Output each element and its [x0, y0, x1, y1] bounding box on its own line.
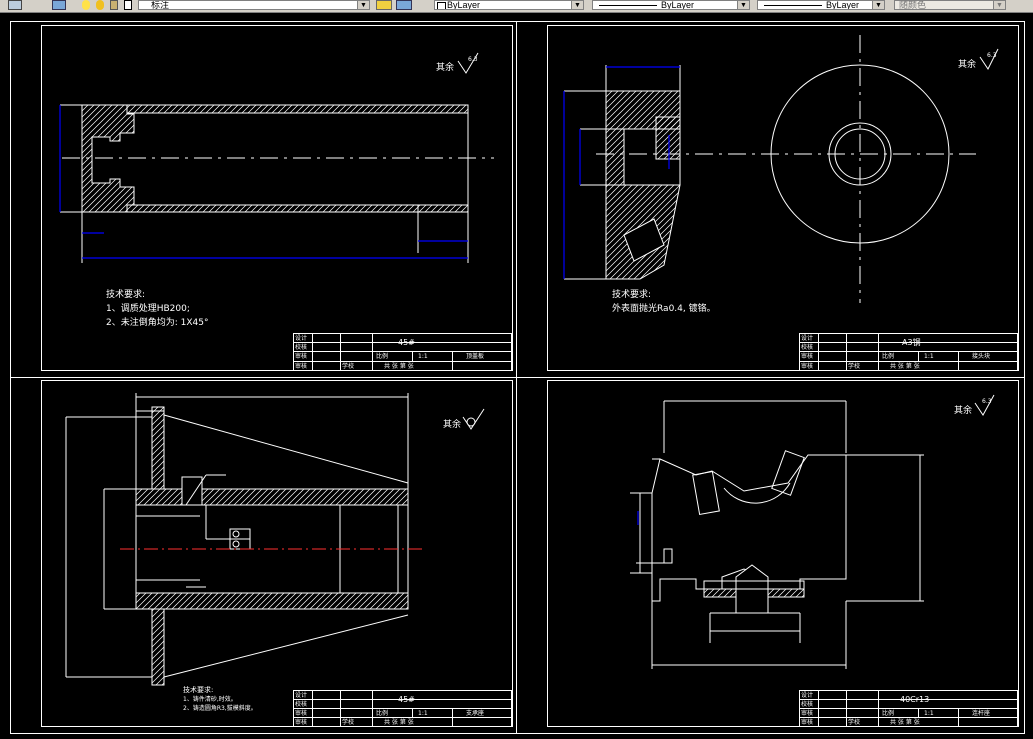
roughness-label: 其余 [958, 58, 976, 70]
svg-text:校核: 校核 [295, 343, 307, 351]
plotstyle-value: 随颜色 [899, 0, 927, 10]
notes-line-1: 1、调质处理HB200; [106, 302, 190, 314]
chevron-down-icon[interactable]: ▼ [993, 1, 1005, 9]
svg-text:学校: 学校 [848, 718, 860, 726]
title-part-name: 支承座 [466, 709, 484, 717]
svg-text:校核: 校核 [801, 343, 813, 351]
drawing-canvas[interactable]: 其余 6.3 技术要求: 1、调质处理HB200; 2、未注倒角均为: 1X45… [0, 13, 1033, 739]
linetype-dropdown[interactable]: ByLayer ▼ [592, 0, 750, 10]
sheet-2-roughness: 其余 6.3 [958, 48, 999, 70]
svg-text:共 张 第 张: 共 张 第 张 [890, 362, 920, 370]
title-material: 45# [398, 338, 415, 347]
title-scale: 1:1 [418, 353, 428, 360]
notes-title: 技术要求: [183, 685, 213, 694]
chevron-down-icon[interactable]: ▼ [737, 1, 749, 9]
linetype-value: ByLayer [661, 0, 695, 10]
layer-name: 标注 [151, 0, 170, 10]
notes-line-1: 1、铸件清砂,时效。 [183, 695, 237, 703]
svg-text:审核: 审核 [801, 352, 813, 360]
layer-previous-icon[interactable] [396, 0, 412, 10]
sheet-4-roughness: 其余 6.3 [954, 394, 995, 416]
chevron-down-icon[interactable]: ▼ [357, 1, 369, 9]
layer-dropdown[interactable]: 标注 ▼ [138, 0, 370, 10]
notes-title: 技术要求: [106, 288, 145, 300]
sheet-4-part [630, 400, 924, 669]
sheet-2-part [564, 35, 976, 303]
title-scale: 1:1 [924, 710, 934, 717]
sheet-4-frame [547, 380, 1019, 727]
title-material: A3钢 [902, 337, 921, 347]
chevron-down-icon[interactable]: ▼ [571, 1, 583, 9]
svg-text:审核: 审核 [801, 718, 813, 726]
svg-text:共 张 第 张: 共 张 第 张 [890, 718, 920, 726]
sheet-2-viewport: 其余 6.3 技术要求: 外表面抛光Ra0.4, 镀铬。 设计 校核 审核 审核… [547, 25, 1019, 371]
sun-freeze-icon[interactable] [96, 0, 104, 10]
color-box-icon[interactable] [124, 0, 132, 10]
lineweight-value: ByLayer [826, 0, 860, 10]
svg-text:审核: 审核 [801, 362, 813, 370]
svg-text:设计: 设计 [295, 334, 307, 342]
title-material: 45# [398, 695, 415, 704]
svg-text:共 张 第 张: 共 张 第 张 [384, 362, 414, 370]
svg-text:共 张 第 张: 共 张 第 张 [384, 718, 414, 726]
title-part-name: 接头块 [972, 352, 990, 360]
sheet-1-part [60, 104, 494, 263]
roughness-label: 其余 [954, 404, 972, 416]
lineweight-sample [764, 5, 822, 6]
sheet-3-viewport: 其余 技术要求: 1、铸件清砂,时效。 2、铸造圆角R3,拔模斜度。 设计 校核… [41, 380, 513, 727]
svg-text:比例: 比例 [376, 709, 388, 717]
notes-line-2: 2、铸造圆角R3,拔模斜度。 [183, 704, 257, 712]
svg-text:校核: 校核 [295, 700, 307, 708]
notes-title: 技术要求: [612, 288, 651, 300]
sheet-1-viewport: 其余 6.3 技术要求: 1、调质处理HB200; 2、未注倒角均为: 1X45… [41, 25, 513, 371]
layer-manager-icon[interactable] [8, 0, 22, 10]
lineweight-dropdown[interactable]: ByLayer ▼ [757, 0, 885, 10]
title-part-name: 连杆座 [972, 709, 990, 717]
lock-icon[interactable] [110, 0, 118, 10]
title-scale: 1:1 [418, 710, 428, 717]
svg-text:审核: 审核 [801, 709, 813, 717]
svg-text:审核: 审核 [295, 709, 307, 717]
title-scale: 1:1 [924, 353, 934, 360]
properties-toolbar: 标注 ▼ ByLayer ▼ ByLayer ▼ ByLayer ▼ 随颜色 ▼ [0, 0, 1033, 13]
svg-text:设计: 设计 [295, 691, 307, 699]
notes-line-1: 外表面抛光Ra0.4, 镀铬。 [612, 302, 716, 314]
svg-text:设计: 设计 [801, 691, 813, 699]
title-material: 40Cr13 [900, 695, 929, 704]
svg-text:设计: 设计 [801, 334, 813, 342]
roughness-label: 其余 [443, 418, 461, 430]
svg-text:学校: 学校 [342, 362, 354, 370]
svg-text:比例: 比例 [882, 352, 894, 360]
color-dropdown[interactable]: ByLayer ▼ [434, 0, 584, 10]
color-swatch-icon [437, 2, 446, 9]
notes-line-2: 2、未注倒角均为: 1X45° [106, 316, 208, 328]
layer-stack-icon[interactable] [52, 0, 66, 10]
plotstyle-dropdown[interactable]: 随颜色 ▼ [894, 0, 1006, 10]
sheet-3-roughness: 其余 [443, 408, 485, 430]
make-current-layer-icon[interactable] [376, 0, 392, 10]
svg-text:审核: 审核 [295, 718, 307, 726]
color-value: ByLayer [447, 0, 481, 10]
svg-text:审核: 审核 [295, 362, 307, 370]
sheet-3-notes: 技术要求: 1、铸件清砂,时效。 2、铸造圆角R3,拔模斜度。 [183, 685, 257, 712]
title-part-name: 顶盖板 [466, 352, 484, 360]
sheet-3-frame [41, 380, 513, 727]
svg-text:校核: 校核 [801, 700, 813, 708]
sheet-4-viewport: 其余 6.3 设计 校核 审核 审核 40Cr13 比例 1:1 连杆座 学校 … [547, 380, 1019, 727]
svg-text:比例: 比例 [882, 709, 894, 717]
svg-text:审核: 审核 [295, 352, 307, 360]
svg-text:学校: 学校 [848, 362, 860, 370]
lightbulb-icon[interactable] [82, 0, 90, 10]
linetype-sample [599, 5, 657, 6]
sheet-2-notes: 技术要求: 外表面抛光Ra0.4, 镀铬。 [612, 288, 716, 314]
svg-text:比例: 比例 [376, 352, 388, 360]
chevron-down-icon[interactable]: ▼ [872, 1, 884, 9]
svg-text:学校: 学校 [342, 718, 354, 726]
sheet-1-notes: 技术要求: 1、调质处理HB200; 2、未注倒角均为: 1X45° [106, 288, 208, 328]
sheet-3-part [65, 393, 409, 686]
sheet-1-roughness: 其余 6.3 [436, 52, 479, 74]
roughness-label: 其余 [436, 61, 454, 73]
